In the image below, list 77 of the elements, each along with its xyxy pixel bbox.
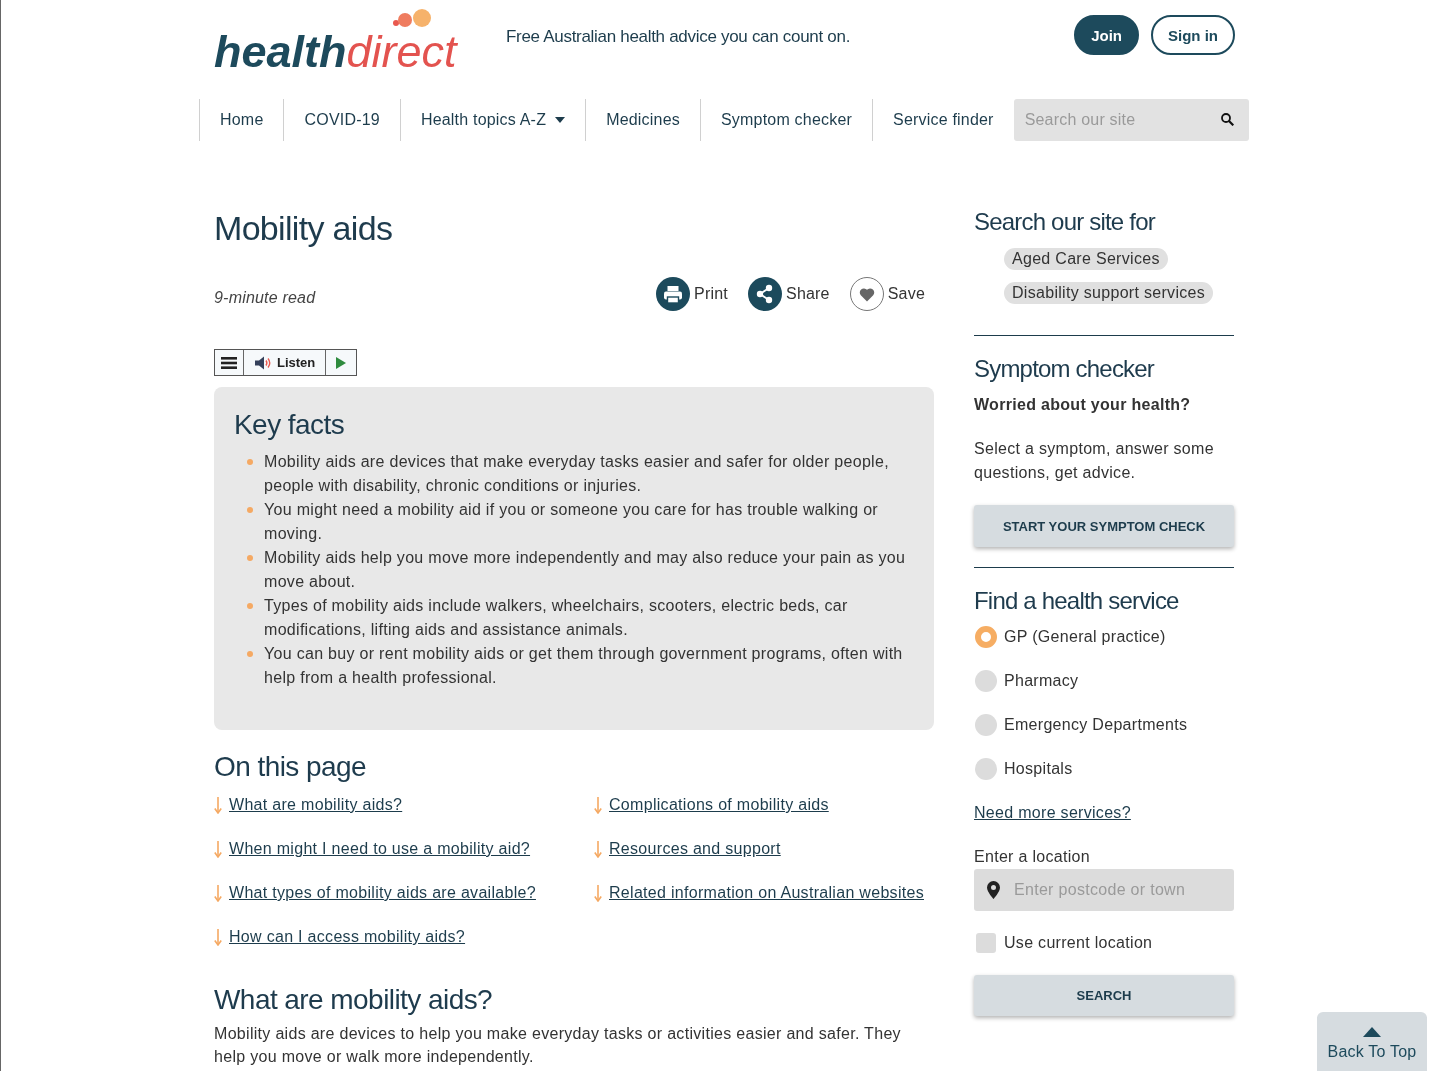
sidebar-heading: Find a health service [974, 586, 1180, 616]
nav-link[interactable]: Service finder [872, 99, 1014, 141]
arrow-down-icon [594, 796, 602, 814]
save-button[interactable]: Save [849, 277, 925, 311]
page-link[interactable]: How can I access mobility aids? [229, 925, 466, 949]
print-button[interactable]: Print [656, 277, 728, 311]
more-services-link[interactable]: Need more services? [974, 801, 1131, 825]
key-fact-text: Mobility aids help you move more independently and may also reduce your pain as you move about. [264, 548, 907, 592]
bullet-icon [247, 555, 253, 561]
logo[interactable]: healthdirect [214, 30, 457, 74]
search-tag[interactable]: Aged Care Services [1004, 248, 1168, 270]
radio-label[interactable]: Hospitals [1004, 757, 1073, 781]
search-tag[interactable]: Disability support services [1004, 282, 1214, 304]
section-heading: On this page [214, 750, 368, 784]
radio-button[interactable] [975, 626, 997, 648]
checkbox-label[interactable]: Use current location [1004, 931, 1153, 955]
back-to-top-button[interactable]: Back To Top [1317, 1012, 1427, 1071]
page-link[interactable]: What are mobility aids? [229, 793, 403, 817]
nav-link[interactable]: Symptom checker [699, 99, 872, 141]
bullet-icon [247, 603, 253, 609]
sidebar-heading: Symptom checker [974, 354, 1156, 384]
page-title: Mobility aids [214, 208, 394, 249]
arrow-down-icon [594, 840, 602, 858]
location-pin-icon [987, 881, 1000, 899]
arrow-down-icon [214, 796, 222, 814]
nav-link[interactable]: Medicines [585, 99, 700, 141]
symptom-subtitle: Worried about your health? [974, 395, 1192, 415]
search-icon[interactable] [1221, 113, 1234, 126]
radio-button[interactable] [975, 758, 997, 780]
section-heading: What are mobility aids? [214, 983, 494, 1017]
key-fact-text: You can buy or rent mobility aids or get them through government programs, often with help from a health professional. [264, 644, 904, 688]
radio-button[interactable] [975, 714, 997, 736]
tagline: Free Australian health advice you can count on. [506, 26, 851, 48]
bullet-icon [247, 459, 253, 465]
bullet-icon [247, 507, 253, 513]
radio-button[interactable] [975, 670, 997, 692]
page-link[interactable]: Related information on Australian websites [609, 881, 924, 905]
triangle-up-icon [1363, 1027, 1381, 1037]
join-button[interactable]: Join [1074, 15, 1139, 55]
read-time: 9-minute read [214, 289, 316, 307]
symptom-text: Select a symptom, answer some questions, get advice. [974, 439, 1215, 483]
caret-icon [555, 117, 566, 123]
search-field[interactable]: Search our site [1013, 99, 1249, 141]
nav-link[interactable]: COVID-19 [283, 99, 400, 141]
speaker-icon [254, 355, 272, 370]
share-icon [748, 277, 782, 311]
arrow-down-icon [214, 840, 222, 858]
bullet-icon [247, 651, 253, 657]
checkbox[interactable] [976, 933, 996, 953]
share-button[interactable]: Share [748, 277, 830, 311]
page-link[interactable]: What types of mobility aids are available? [229, 881, 536, 905]
page-link[interactable]: When might I need to use a mobility aid? [229, 837, 531, 861]
menu-icon [221, 356, 237, 369]
symptom-check-button[interactable]: START YOUR SYMPTOM CHECK [974, 505, 1234, 547]
play-icon [336, 356, 347, 369]
arrow-down-icon [594, 884, 602, 902]
search-button[interactable]: SEARCH [974, 975, 1234, 1016]
page-link[interactable]: Complications of mobility aids [609, 793, 829, 817]
nav-link[interactable]: Home [199, 99, 284, 141]
radio-label[interactable]: GP (General practice) [1004, 625, 1166, 649]
location-field[interactable]: Enter postcode or town [974, 869, 1234, 911]
key-fact-text: Mobility aids are devices that make everyday tasks easier and safer for older people, people with disability, chronic conditions or injuries. [264, 452, 890, 496]
page-link[interactable]: Resources and support [609, 837, 781, 861]
radio-label[interactable]: Pharmacy [1004, 669, 1079, 693]
key-facts-title: Key facts [234, 408, 346, 442]
nav-link[interactable]: Health topics A-Z [399, 99, 586, 141]
location-label: Enter a location [974, 847, 1091, 867]
arrow-down-icon [214, 884, 222, 902]
arrow-down-icon [214, 928, 222, 946]
radio-label[interactable]: Emergency Departments [1004, 713, 1188, 737]
sidebar-heading: Search our site for [974, 207, 1157, 237]
printer-icon [656, 277, 691, 311]
key-fact-text: You might need a mobility aid if you or someone you care for has trouble walking or moving. [264, 500, 879, 544]
key-fact-text: Types of mobility aids include walkers, wheelchairs, scooters, electric beds, car modifications, lifting aids and assistance animals. [264, 596, 849, 640]
sign-in-button[interactable]: Sign in [1151, 15, 1235, 55]
section-text: Mobility aids are devices to help you make everyday tasks or activities easier and safer. They help you move or walk more independently. [214, 1024, 902, 1067]
dots-icon [392, 8, 432, 30]
